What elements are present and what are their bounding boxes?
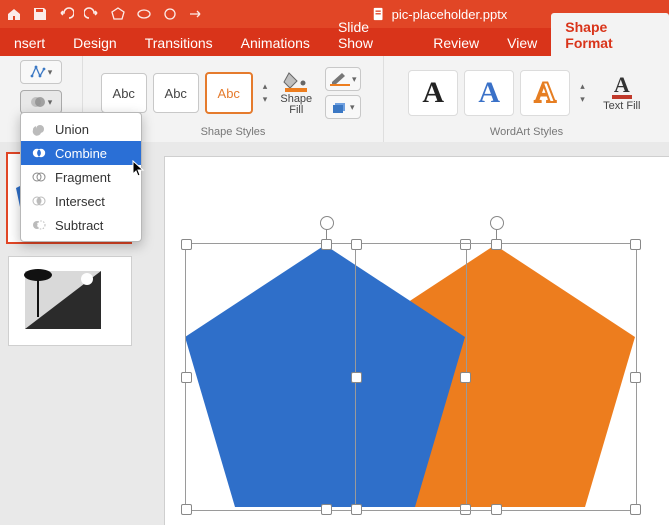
resize-handle[interactable] <box>630 372 641 383</box>
tab-review[interactable]: Review <box>419 29 493 56</box>
ribbon-tabs: nsert Design Transitions Animations Slid… <box>0 28 669 56</box>
shape-fill-button[interactable]: Shape Fill <box>273 62 319 124</box>
menu-label: Union <box>55 122 89 137</box>
wordart-style-3[interactable]: A <box>520 70 570 116</box>
insert-pentagon-icon[interactable] <box>110 6 126 22</box>
union-icon <box>31 121 47 137</box>
shape-style-1[interactable]: Abc <box>101 73 147 113</box>
insert-circle-icon[interactable] <box>162 6 178 22</box>
wordart-gallery-down-icon[interactable]: ▾ <box>580 94 585 105</box>
menu-item-subtract[interactable]: Subtract <box>21 213 141 237</box>
group-wordart-styles: A A A ▴ ▾ A Text Fill WordArt Styles <box>384 56 669 142</box>
text-fill-icon: A <box>612 75 632 99</box>
resize-handle[interactable] <box>181 504 192 515</box>
menu-item-union[interactable]: Union <box>21 117 141 141</box>
mouse-cursor-icon <box>132 160 146 178</box>
resize-handle[interactable] <box>351 372 362 383</box>
shape-style-2[interactable]: Abc <box>153 73 199 113</box>
home-icon[interactable] <box>6 6 22 22</box>
menu-label: Combine <box>55 146 107 161</box>
effects-icon <box>332 100 348 114</box>
resize-handle[interactable] <box>630 504 641 515</box>
menu-item-combine[interactable]: Combine <box>21 141 141 165</box>
intersect-icon <box>31 193 47 209</box>
bucket-icon <box>283 70 309 92</box>
quick-access-toolbar <box>6 6 204 22</box>
undo-icon[interactable] <box>58 6 74 22</box>
wordart-style-2[interactable]: A <box>464 70 514 116</box>
resize-handle[interactable] <box>321 239 332 250</box>
shape-outline-button[interactable]: ▾ <box>325 67 361 91</box>
wordart-gallery-up-icon[interactable]: ▴ <box>580 81 585 92</box>
tab-transitions[interactable]: Transitions <box>131 29 227 56</box>
tab-animations[interactable]: Animations <box>227 29 324 56</box>
menu-label: Intersect <box>55 194 105 209</box>
style-gallery-up-icon[interactable]: ▴ <box>263 81 268 92</box>
merge-shapes-menu: Union Combine Fragment Intersect Subtrac… <box>20 112 142 242</box>
subtract-icon <box>31 217 47 233</box>
text-fill-label: Text Fill <box>603 101 640 112</box>
text-fill-button[interactable]: A Text Fill <box>599 62 645 124</box>
shape-fill-label: Shape Fill <box>280 94 312 116</box>
resize-handle[interactable] <box>491 504 502 515</box>
tab-slideshow[interactable]: Slide Show <box>324 13 419 56</box>
insert-arrow-icon[interactable] <box>188 6 204 22</box>
tab-shape-format[interactable]: Shape Format <box>551 13 669 56</box>
slide-thumbnail-2[interactable] <box>8 256 132 346</box>
rotate-handle[interactable] <box>490 216 504 230</box>
tab-design[interactable]: Design <box>59 29 131 56</box>
selection-box-orange[interactable] <box>355 243 637 511</box>
group-label-wordart: WordArt Styles <box>490 126 563 140</box>
menu-item-intersect[interactable]: Intersect <box>21 189 141 213</box>
slide-canvas[interactable] <box>164 156 669 525</box>
shape-style-3[interactable]: Abc <box>205 72 253 114</box>
shape-effects-button[interactable]: ▾ <box>325 95 361 119</box>
merge-shapes-button[interactable]: ▾ <box>20 90 62 114</box>
save-icon[interactable] <box>32 6 48 22</box>
resize-handle[interactable] <box>181 239 192 250</box>
menu-label: Fragment <box>55 170 111 185</box>
thumbnail-preview-icon <box>9 257 131 345</box>
menu-label: Subtract <box>55 218 103 233</box>
resize-handle[interactable] <box>181 372 192 383</box>
rotate-handle[interactable] <box>320 216 334 230</box>
resize-handle[interactable] <box>351 239 362 250</box>
tab-view[interactable]: View <box>493 29 551 56</box>
fragment-icon <box>31 169 47 185</box>
resize-handle[interactable] <box>351 504 362 515</box>
pen-icon <box>330 72 350 86</box>
menu-item-fragment[interactable]: Fragment <box>21 165 141 189</box>
tab-insert[interactable]: nsert <box>0 29 59 56</box>
slide-editor <box>138 142 669 525</box>
insert-oval-icon[interactable] <box>136 6 152 22</box>
redo-icon[interactable] <box>84 6 100 22</box>
resize-handle[interactable] <box>491 239 502 250</box>
edit-shape-button[interactable]: ▾ <box>20 60 62 84</box>
wordart-style-1[interactable]: A <box>408 70 458 116</box>
group-label-shape-styles: Shape Styles <box>201 126 266 140</box>
resize-handle[interactable] <box>630 239 641 250</box>
style-gallery-down-icon[interactable]: ▾ <box>263 94 268 105</box>
resize-handle[interactable] <box>321 504 332 515</box>
combine-icon <box>31 145 47 161</box>
